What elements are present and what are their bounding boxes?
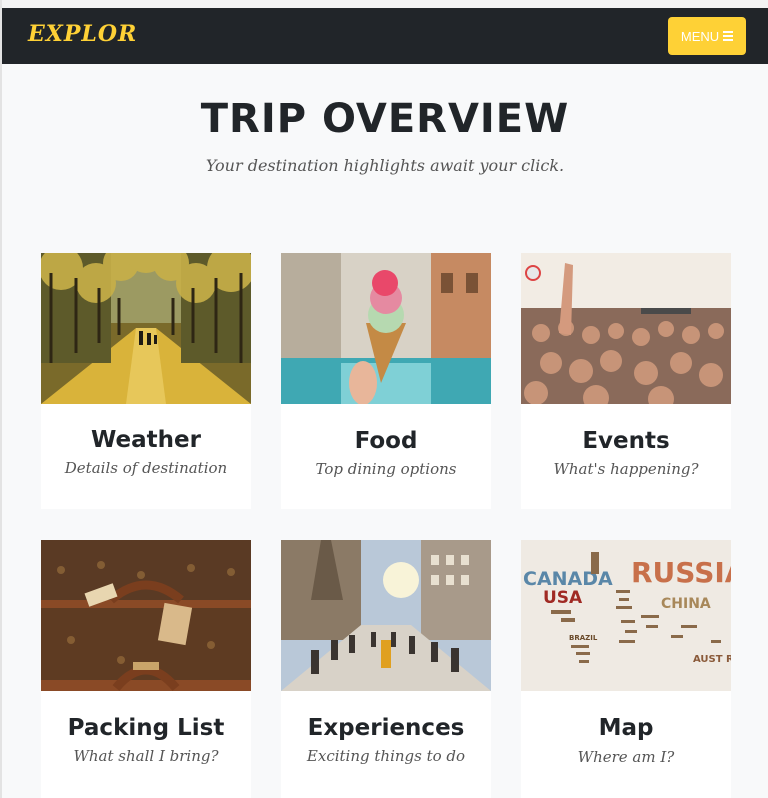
card-title: Packing List (67, 715, 225, 741)
map-word: CANADA (523, 568, 613, 590)
weather-image (41, 253, 251, 404)
card-food[interactable]: Food Top dining options (281, 253, 491, 509)
map-word: BRAZIL (569, 634, 598, 642)
card-subtitle: Exciting things to do (306, 747, 466, 765)
card-subtitle: Where am I? (577, 748, 675, 766)
card-map[interactable]: CANADA USA RUSSIA CHINA AUST RALIA BRAZI… (521, 540, 731, 798)
food-image (281, 253, 491, 404)
experiences-image (281, 540, 491, 691)
menu-button[interactable]: MENU (668, 17, 746, 55)
card-experiences[interactable]: Experiences Exciting things to do (281, 540, 491, 798)
card-title: Food (354, 428, 418, 454)
page-subtitle: Your destination highlights await your c… (205, 156, 565, 175)
menu-button-label: MENU (680, 28, 720, 44)
events-image (521, 253, 731, 404)
card-subtitle: What's happening? (553, 460, 699, 478)
page-title: TRIP OVERVIEW (200, 96, 570, 142)
card-title: Events (582, 428, 670, 454)
map-word: CHINA (661, 596, 711, 612)
card-title: Experiences (307, 715, 465, 741)
hamburger-icon (723, 31, 734, 41)
browser-top-strip (0, 0, 768, 8)
card-subtitle: Top dining options (315, 460, 457, 478)
map-word: AUST RALIA (693, 654, 731, 665)
card-subtitle: Details of destination (64, 459, 228, 477)
map-word: RUSSIA (631, 556, 731, 589)
card-packing-list[interactable]: Packing List What shall I bring? (41, 540, 251, 798)
navbar: EXPLOR MENU (2, 8, 768, 64)
brand-logo[interactable]: EXPLOR (28, 21, 137, 47)
map-image: CANADA USA RUSSIA CHINA AUST RALIA BRAZI… (521, 540, 731, 691)
card-events[interactable]: Events What's happening? (521, 253, 731, 509)
packing-list-image (41, 540, 251, 691)
map-word: USA (543, 588, 583, 608)
card-title: Weather (91, 427, 201, 453)
card-subtitle: What shall I bring? (73, 747, 219, 765)
card-weather[interactable]: Weather Details of destination (41, 253, 251, 509)
card-title: Map (598, 715, 654, 741)
